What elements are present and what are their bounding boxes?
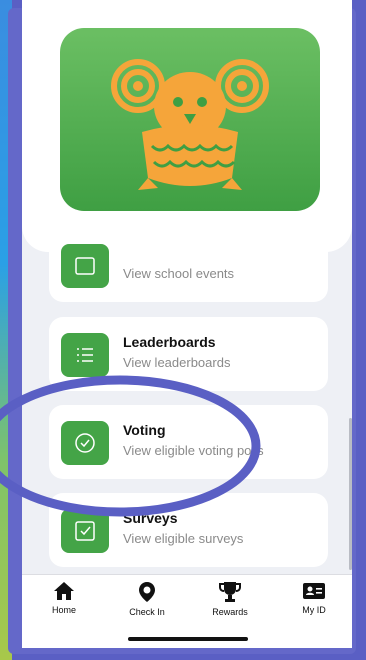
tab-label: Home xyxy=(51,605,76,615)
menu-item-leaderboards[interactable]: Leaderboards View leaderboards xyxy=(49,317,328,391)
header-card xyxy=(22,0,352,252)
home-indicator xyxy=(128,637,248,641)
menu-item-subtitle: View leaderboards xyxy=(123,355,231,370)
trophy-icon xyxy=(219,582,241,602)
menu-item-voting[interactable]: Voting View eligible voting polls xyxy=(49,405,328,479)
id-card-icon xyxy=(303,583,325,599)
tab-my-id[interactable]: My ID xyxy=(274,581,352,621)
owl-icon xyxy=(111,59,269,190)
tab-home[interactable]: Home xyxy=(24,581,104,621)
tab-bar: Home Check In Rewards My ID xyxy=(22,574,352,648)
menu-item-title: Leaderboards xyxy=(123,334,216,350)
owl-logo xyxy=(60,28,320,211)
list-icon xyxy=(61,333,109,377)
menu-item-surveys[interactable]: Surveys View eligible surveys xyxy=(49,493,328,567)
calendar-icon xyxy=(61,244,109,288)
tab-rewards[interactable]: Rewards xyxy=(190,581,270,621)
menu-item-subtitle: View eligible surveys xyxy=(123,531,244,546)
menu-item-title: Voting xyxy=(123,422,166,438)
checkbox-icon xyxy=(61,509,109,553)
tab-label: Check In xyxy=(129,607,165,617)
tab-check-in[interactable]: Check In xyxy=(107,581,187,621)
location-pin-icon xyxy=(139,582,155,602)
menu-item-subtitle: View school events xyxy=(123,266,235,281)
tab-label: My ID xyxy=(302,605,326,615)
app-screen: View school events Leaderboards View lea… xyxy=(22,0,352,648)
check-circle-icon xyxy=(61,421,109,465)
tab-label: Rewards xyxy=(212,607,248,617)
menu-item-events[interactable]: View school events xyxy=(49,228,328,302)
home-icon xyxy=(54,582,74,600)
menu-item-title: Surveys xyxy=(123,510,178,526)
menu-item-subtitle: View eligible voting polls xyxy=(123,443,264,458)
scrollbar[interactable] xyxy=(349,418,352,570)
